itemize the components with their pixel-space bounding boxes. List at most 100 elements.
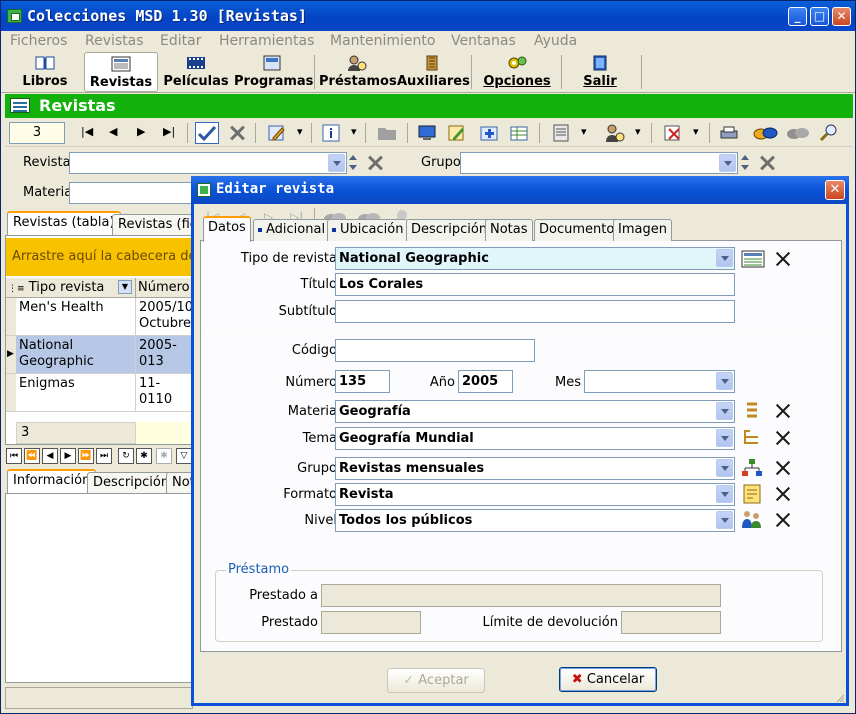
tab-descripcion[interactable]: Descripción [406,219,493,241]
formato-combo[interactable]: Revista [335,483,735,506]
table-row-cell-numero[interactable]: 11-0110 [136,374,196,412]
cancelar-button[interactable]: ✖ Cancelar [559,667,657,692]
tab-imagen[interactable]: Imagen [613,219,672,241]
auxiliares-button[interactable]: Auxiliares [397,52,470,92]
tab-documento[interactable]: Documento [534,219,620,241]
tipo-revista-combo[interactable]: National Geographic [335,247,735,270]
group-hierarchy-icon[interactable] [741,458,763,478]
clear-revista-icon[interactable] [365,153,385,173]
menu-ayuda[interactable]: Ayuda [534,31,577,51]
audience-people-icon[interactable] [741,509,763,529]
report-icon[interactable] [551,123,571,143]
mes-combo[interactable] [584,370,735,393]
add-record-icon[interactable] [479,123,499,143]
clear-formato-icon[interactable] [774,485,792,503]
close-button[interactable]: ✕ [832,7,851,26]
tab-notas[interactable]: Notas [485,219,533,241]
edit-pencil-icon[interactable] [267,123,287,143]
peliculas-button[interactable]: Películas [163,52,229,92]
chevron-down-icon[interactable] [716,459,733,477]
dialog-close-button[interactable]: ✕ [825,180,845,200]
anio-input[interactable]: 2005 [458,370,513,393]
dropdown-caret-icon[interactable]: ▾ [693,125,699,138]
numero-input[interactable]: 135 [335,370,390,393]
nav-edit-icon[interactable]: ✱ [156,448,172,464]
revista-filter-combo[interactable] [69,152,347,174]
tab-adicional[interactable]: Adicional [253,219,331,241]
dropdown-caret-icon[interactable]: ▾ [297,125,303,138]
format-notebook-icon[interactable] [741,484,763,504]
table-row-cell-numero[interactable]: 2005/10 Octubre [136,298,196,336]
grupo-spinner[interactable] [739,152,751,174]
monitor-icon[interactable] [417,123,437,143]
chevron-down-icon[interactable] [716,429,733,447]
revista-spinner[interactable] [347,152,359,174]
table-view-icon[interactable] [509,123,529,143]
libros-button[interactable]: Libros [11,52,79,92]
table-row-cell-numero[interactable]: 2005-013 [136,336,196,374]
magazine-list-icon[interactable] [741,249,765,269]
chevron-down-icon[interactable] [716,511,733,529]
aceptar-button[interactable]: ✓ Aceptar [387,668,485,693]
nav-prev-page-icon[interactable]: ⏪ [24,448,40,464]
nav-refresh-icon[interactable]: ↻ [118,448,134,464]
dialog-title-bar[interactable]: Editar revista ✕ [191,176,849,204]
filter-funnel-icon[interactable]: ▽ [176,448,192,464]
group-drag-area[interactable]: Arrastre aquí la cabecera de la [6,238,212,276]
last-record-icon[interactable]: ▶| [163,125,175,138]
chevron-down-icon[interactable] [716,372,733,390]
loan-person-icon[interactable] [605,123,625,143]
next-record-icon[interactable]: ▶ [137,125,145,138]
table-row-cell-tipo[interactable]: Men's Health [16,298,136,336]
resize-grip[interactable] [835,692,845,703]
materia-combo[interactable]: Geografía [335,400,735,423]
filter-cloud-icon[interactable] [785,123,811,143]
menu-mantenimiento[interactable]: Mantenimiento [330,31,435,51]
delete-record-icon[interactable] [227,123,247,143]
chevron-down-icon[interactable] [716,485,733,503]
nav-last-icon[interactable]: ⏭ [96,448,112,464]
grupo-filter-combo[interactable] [460,152,738,174]
maximize-button[interactable]: □ [810,7,829,26]
title-bar[interactable]: Colecciones MSD 1.30 [Revistas] _ □ ✕ [1,1,855,31]
info-icon[interactable] [321,123,341,143]
column-header-tipo[interactable]: ⋮≡ Tipo revista ▼ [6,278,136,298]
clear-nivel-icon[interactable] [774,511,792,529]
grupo-combo[interactable]: Revistas mensuales [335,457,735,480]
chevron-down-icon[interactable] [328,154,345,172]
record-number-field[interactable]: 3 [9,122,65,144]
table-row-cell-tipo[interactable]: National Geographic [16,336,136,374]
subject-tree-icon[interactable] [741,401,763,421]
tab-datos[interactable]: Datos [203,216,251,242]
magnifier-icon[interactable] [819,123,839,143]
minimize-button[interactable]: _ [788,7,807,26]
salir-button[interactable]: Salir [567,52,633,92]
nav-next-page-icon[interactable]: ⏩ [78,448,94,464]
delete-filter-icon[interactable] [663,123,683,143]
nav-next-icon[interactable]: ▶ [60,448,76,464]
folder-icon[interactable] [377,123,397,143]
subtitulo-input[interactable] [335,300,735,323]
table-row-cell-tipo[interactable]: Enigmas [16,374,136,412]
materia-filter-combo[interactable] [69,182,199,204]
prev-record-icon[interactable]: ◀ [109,125,117,138]
titulo-input[interactable]: Los Corales [335,273,735,296]
printer-icon[interactable] [719,123,739,143]
codigo-input[interactable] [335,339,535,362]
tema-combo[interactable]: Geografía Mundial [335,427,735,450]
tab-revistas-tabla[interactable]: Revistas (tabla) [7,211,121,235]
menu-editar[interactable]: Editar [160,31,201,51]
dropdown-caret-icon[interactable]: ▾ [581,125,587,138]
nav-prev-icon[interactable]: ◀ [42,448,58,464]
revistas-button[interactable]: Revistas [84,52,158,92]
tab-ubicacion[interactable]: Ubicación [327,219,409,241]
chevron-down-icon[interactable] [716,402,733,420]
chevron-down-icon[interactable] [716,249,733,267]
nav-first-icon[interactable]: ⏮ [6,448,22,464]
clear-tema-icon[interactable] [774,429,792,447]
edit-check-icon[interactable] [195,122,219,144]
clear-grupo-icon[interactable] [774,459,792,477]
programas-button[interactable]: Programas [234,52,313,92]
nivel-combo[interactable]: Todos los públicos [335,509,735,532]
clear-materia-icon[interactable] [774,402,792,420]
